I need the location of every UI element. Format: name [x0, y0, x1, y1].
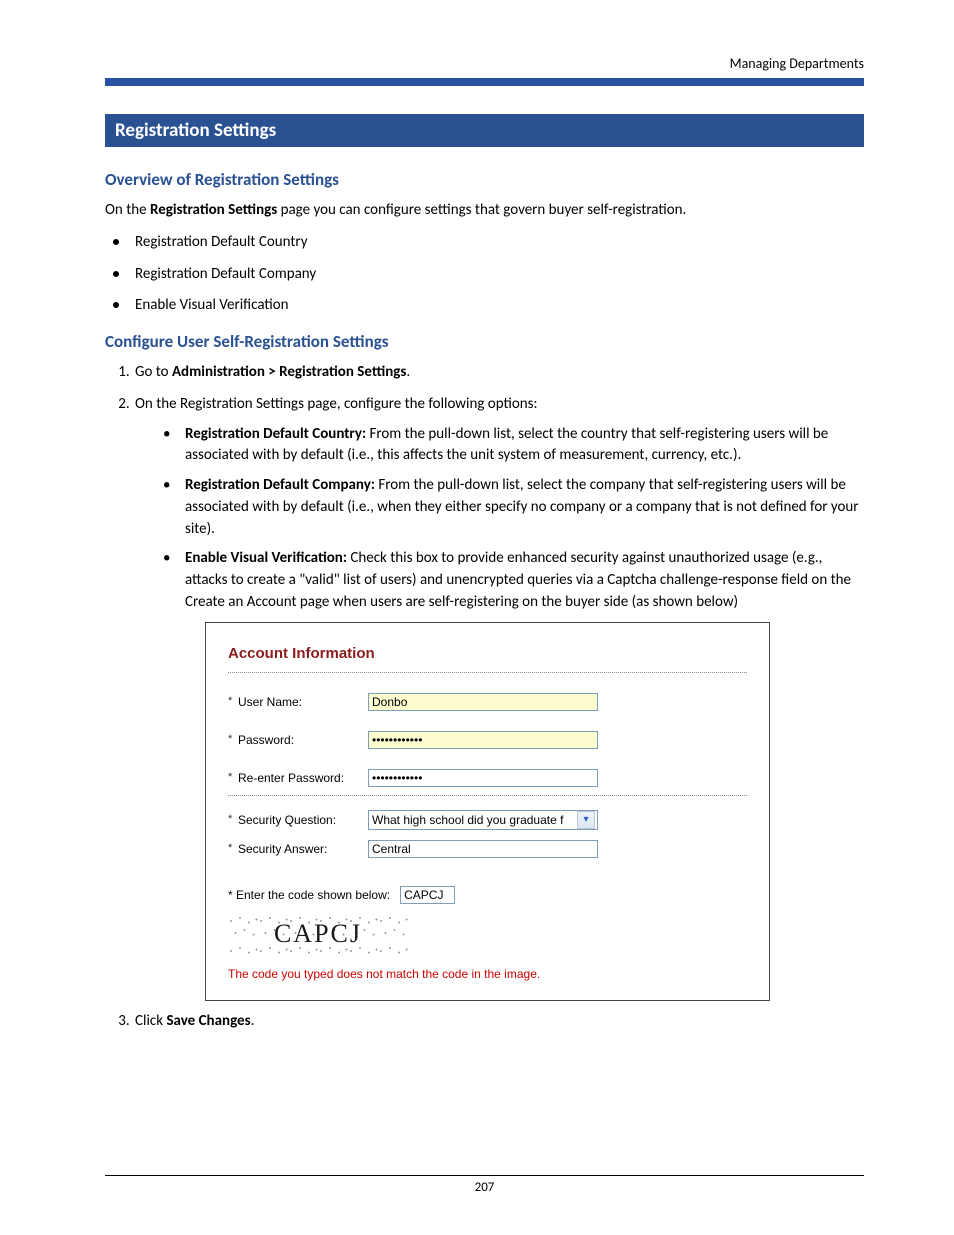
list-item: Registration Default Company — [105, 264, 864, 286]
text-bold: Save Changes — [166, 1012, 250, 1030]
text-bold: Registration Default Company: — [185, 476, 375, 494]
required-mark: * — [228, 841, 238, 857]
section-title: Registration Settings — [105, 114, 864, 147]
required-mark: * — [228, 732, 238, 748]
chevron-down-icon: ▾ — [577, 811, 595, 829]
secq-selected-text: What high school did you graduate f — [372, 812, 577, 829]
text: . — [406, 363, 410, 381]
required-mark: * — [228, 694, 238, 710]
step-item: Click Save Changes. — [133, 1011, 864, 1033]
seca-label: Security Answer: — [238, 841, 368, 858]
password-input[interactable] — [368, 731, 598, 749]
feature-bullets: Registration Default Country Registratio… — [105, 232, 864, 317]
captcha-input[interactable] — [400, 886, 455, 904]
overview-intro: On the Registration Settings page you ca… — [105, 200, 864, 222]
text-bold: Registration Default Country: — [185, 425, 366, 443]
secq-row: * Security Question: What high school di… — [228, 810, 747, 830]
list-item: Enable Visual Verification: Check this b… — [163, 548, 864, 613]
dotted-divider — [228, 795, 747, 796]
username-input[interactable] — [368, 693, 598, 711]
list-item: Enable Visual Verification — [105, 295, 864, 317]
list-item: Registration Default Country — [105, 232, 864, 254]
captcha-image: CAPCJ — [228, 912, 408, 956]
list-item: Registration Default Country: From the p… — [163, 424, 864, 468]
text: . — [251, 1012, 255, 1030]
required-mark: * — [228, 812, 238, 828]
text-bold: Enable Visual Verification: — [185, 549, 347, 567]
repassword-input[interactable] — [368, 769, 598, 787]
captcha-prompt: * Enter the code shown below: — [228, 887, 390, 904]
option-sublist: Registration Default Country: From the p… — [163, 424, 864, 614]
username-row: * User Name: — [228, 693, 747, 711]
configure-heading: Configure User Self-Registration Setting… — [105, 331, 864, 352]
secq-select[interactable]: What high school did you graduate f ▾ — [368, 810, 598, 830]
document-page: Managing Departments Registration Settin… — [0, 0, 954, 1235]
list-item: Registration Default Company: From the p… — [163, 475, 864, 540]
running-header: Managing Departments — [105, 55, 864, 72]
text: Click — [135, 1012, 166, 1030]
required-mark: * — [228, 770, 238, 786]
step-item: Go to Administration > Registration Sett… — [133, 362, 864, 384]
step-item: On the Registration Settings page, confi… — [133, 394, 864, 1001]
repassword-row: * Re-enter Password: — [228, 769, 747, 787]
page-number: 207 — [475, 1180, 495, 1195]
text-bold: Administration > Registration Settings — [172, 363, 406, 381]
text: On the — [105, 201, 150, 219]
captcha-row: * Enter the code shown below: — [228, 886, 747, 904]
seca-input[interactable] — [368, 840, 598, 858]
text: Go to — [135, 363, 172, 381]
seca-row: * Security Answer: — [228, 840, 747, 858]
captcha-error-text: The code you typed does not match the co… — [228, 966, 747, 983]
embedded-screenshot: Account Information * User Name: * Passw… — [205, 622, 770, 1001]
password-label: Password: — [238, 732, 368, 749]
password-row: * Password: — [228, 731, 747, 749]
repassword-label: Re-enter Password: — [238, 770, 368, 787]
secq-label: Security Question: — [238, 812, 368, 829]
overview-heading: Overview of Registration Settings — [105, 169, 864, 190]
username-label: User Name: — [238, 694, 368, 711]
configure-steps: Go to Administration > Registration Sett… — [105, 362, 864, 1032]
text-bold: Registration Settings — [150, 201, 277, 219]
text: page you can configure settings that gov… — [277, 201, 686, 219]
header-divider — [105, 78, 864, 86]
page-footer: 207 — [105, 1175, 864, 1195]
text: On the Registration Settings page, confi… — [135, 395, 538, 413]
account-info-heading: Account Information — [228, 643, 747, 665]
dotted-divider — [228, 672, 747, 673]
